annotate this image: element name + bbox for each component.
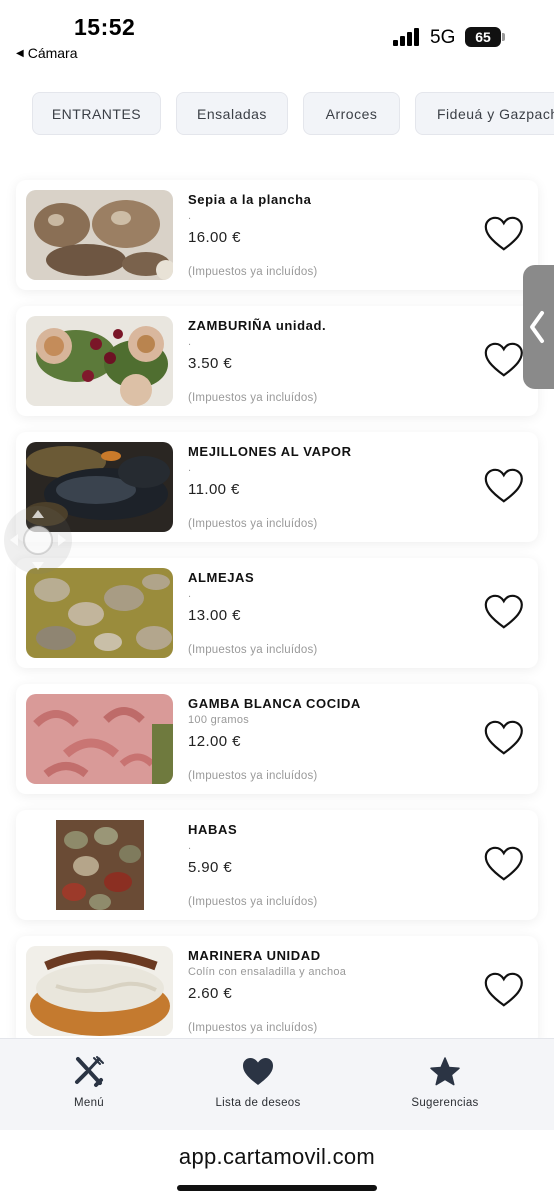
product-image <box>26 568 173 658</box>
tax-note: (Impuestos ya incluídos) <box>188 392 318 404</box>
nav-suggestions[interactable]: Sugerencias <box>365 1055 525 1109</box>
nav-wishlist[interactable]: Lista de deseos <box>178 1055 338 1109</box>
status-time: 15:52 <box>74 14 136 40</box>
product-name: GAMBA BLANCA COCIDA <box>188 696 361 711</box>
product-price: 11.00 € <box>188 481 240 498</box>
browser-address-bar: app.cartamovil.com <box>0 1130 554 1200</box>
heart-icon <box>243 1058 273 1085</box>
side-drawer-handle[interactable] <box>523 265 554 389</box>
home-indicator[interactable] <box>177 1185 377 1191</box>
product-price: 5.90 € <box>188 859 233 876</box>
back-triangle-icon: ◀ <box>16 47 24 59</box>
product-price: 12.00 € <box>188 733 241 750</box>
product-image <box>26 190 173 280</box>
nav-wishlist-label: Lista de deseos <box>215 1097 301 1109</box>
product-description: Colín con ensaladilla y anchoa <box>188 966 347 978</box>
product-description: . <box>188 462 192 474</box>
back-app-label: Cámara <box>27 45 78 61</box>
battery-level: 65 <box>465 27 501 47</box>
product-image <box>26 316 173 406</box>
heart-outline-icon[interactable] <box>482 718 526 760</box>
battery-icon: 65 <box>465 27 505 47</box>
tax-note: (Impuestos ya incluídos) <box>188 266 318 278</box>
tab-ensaladas[interactable]: Ensaladas <box>176 92 288 135</box>
nav-menu[interactable]: Menú <box>9 1055 169 1109</box>
bottom-navigation: Menú Lista de deseos Sugerencias <box>0 1038 554 1130</box>
status-bar: 15:52 ◀ Cámara 5G 65 <box>0 0 554 76</box>
product-list: Sepia a la plancha . 16.00 € (Impuestos … <box>0 160 554 1038</box>
product-card[interactable]: ALMEJAS . 13.00 € (Impuestos ya incluído… <box>16 558 538 668</box>
heart-outline-icon[interactable] <box>482 970 526 1012</box>
product-image <box>26 820 173 910</box>
tax-note: (Impuestos ya incluídos) <box>188 644 318 656</box>
product-price: 3.50 € <box>188 355 233 372</box>
product-name: MARINERA UNIDAD <box>188 948 321 963</box>
product-card[interactable]: Sepia a la plancha . 16.00 € (Impuestos … <box>16 180 538 290</box>
tab-fideua-gazpacho[interactable]: Fideuá y Gazpacho <box>415 92 554 135</box>
tax-note: (Impuestos ya incluídos) <box>188 896 318 908</box>
chevron-left-icon <box>530 311 544 343</box>
product-image <box>26 694 173 784</box>
product-card[interactable]: GAMBA BLANCA COCIDA 100 gramos 12.00 € (… <box>16 684 538 794</box>
back-to-app-link[interactable]: ◀ Cámara <box>16 45 78 61</box>
product-description: . <box>188 588 192 600</box>
product-description: . <box>188 840 192 852</box>
heart-outline-icon[interactable] <box>482 592 526 634</box>
product-price: 2.60 € <box>188 985 233 1002</box>
product-card[interactable]: MEJILLONES AL VAPOR . 11.00 € (Impuestos… <box>16 432 538 542</box>
heart-outline-icon[interactable] <box>482 466 526 508</box>
heart-outline-icon[interactable] <box>482 214 526 256</box>
category-tabs: ENTRANTES Ensaladas Arroces Fideuá y Gaz… <box>0 76 554 160</box>
tax-note: (Impuestos ya incluídos) <box>188 770 318 782</box>
star-icon <box>430 1057 460 1086</box>
nav-menu-label: Menú <box>74 1097 104 1109</box>
tax-note: (Impuestos ya incluídos) <box>188 518 318 530</box>
product-name: HABAS <box>188 822 238 837</box>
url-display[interactable]: app.cartamovil.com <box>0 1144 554 1170</box>
product-name: ZAMBURIÑA unidad. <box>188 318 327 333</box>
product-price: 13.00 € <box>188 607 241 624</box>
floating-nav-control-icon[interactable] <box>0 504 76 576</box>
product-name: ALMEJAS <box>188 570 255 585</box>
product-price: 16.00 € <box>188 229 241 246</box>
fork-knife-icon <box>75 1056 104 1087</box>
tab-entrantes[interactable]: ENTRANTES <box>32 92 161 135</box>
product-description: . <box>188 336 192 348</box>
heart-outline-icon[interactable] <box>482 844 526 886</box>
tab-arroces[interactable]: Arroces <box>303 92 400 135</box>
product-name: MEJILLONES AL VAPOR <box>188 444 352 459</box>
nav-suggestions-label: Sugerencias <box>411 1097 479 1109</box>
product-card[interactable]: MARINERA UNIDAD Colín con ensaladilla y … <box>16 936 538 1038</box>
tax-note: (Impuestos ya incluídos) <box>188 1022 318 1034</box>
product-name: Sepia a la plancha <box>188 192 312 207</box>
product-description: 100 gramos <box>188 714 250 726</box>
network-type: 5G <box>430 27 456 48</box>
product-card[interactable]: HABAS . 5.90 € (Impuestos ya incluídos) <box>16 810 538 920</box>
product-image <box>26 946 173 1036</box>
product-card[interactable]: ZAMBURIÑA unidad. . 3.50 € (Impuestos ya… <box>16 306 538 416</box>
product-description: . <box>188 210 192 222</box>
cellular-signal-icon <box>393 28 423 46</box>
heart-outline-icon[interactable] <box>482 340 526 382</box>
